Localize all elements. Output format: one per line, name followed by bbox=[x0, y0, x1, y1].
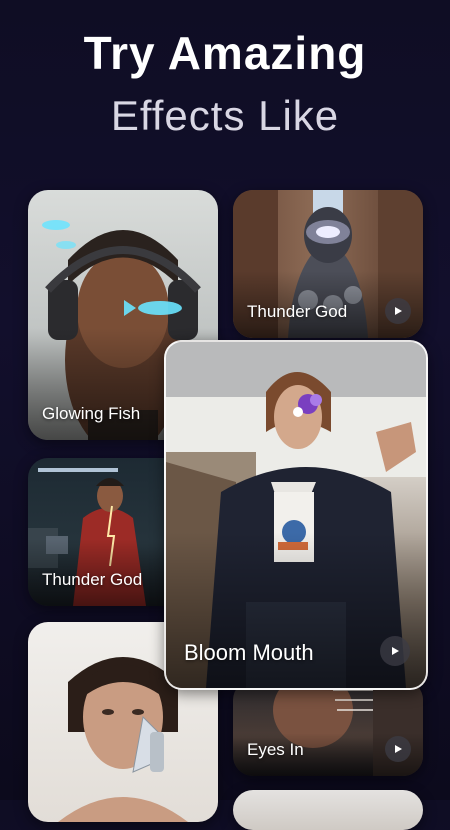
play-button[interactable] bbox=[380, 636, 410, 666]
card-label: Bloom Mouth bbox=[184, 640, 314, 665]
card-label: Thunder God bbox=[247, 302, 348, 321]
effect-card-bloom-mouth[interactable]: Bloom Mouth bbox=[164, 340, 428, 690]
play-icon bbox=[395, 745, 402, 753]
page-subtitle: Effects Like bbox=[110, 92, 340, 139]
play-icon bbox=[395, 307, 402, 315]
card-label: Thunder God bbox=[42, 570, 143, 589]
play-button[interactable] bbox=[385, 298, 411, 324]
play-icon bbox=[392, 647, 399, 655]
effect-card-eyes-in[interactable]: Eyes In bbox=[233, 680, 423, 776]
page-title: Try Amazing bbox=[83, 27, 367, 79]
effect-card-thunder-god-1[interactable]: Thunder God bbox=[233, 190, 423, 338]
effect-card-partial[interactable] bbox=[233, 790, 423, 830]
card-label: Glowing Fish bbox=[42, 404, 141, 423]
play-button[interactable] bbox=[385, 736, 411, 762]
card-label: Eyes In bbox=[247, 740, 304, 759]
